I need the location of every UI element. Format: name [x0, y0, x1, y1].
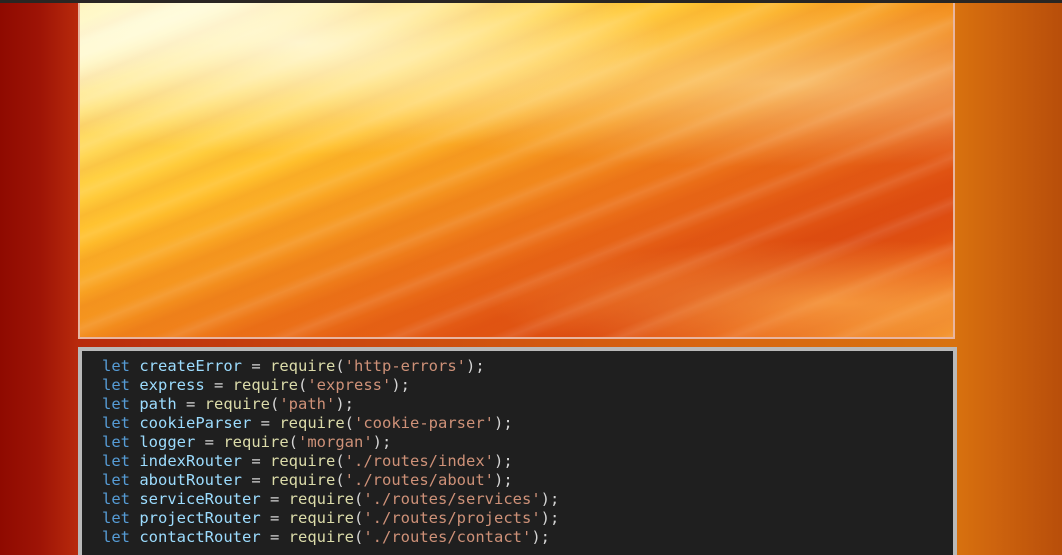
- code-string: './routes/contact': [363, 528, 532, 546]
- code-identifier: aboutRouter: [139, 471, 242, 489]
- code-terminator: );: [493, 452, 513, 470]
- code-terminator: );: [335, 395, 355, 413]
- code-identifier: serviceRouter: [139, 490, 261, 508]
- code-operator: =: [204, 376, 233, 394]
- code-operator: =: [176, 395, 205, 413]
- code-keyword: let: [102, 509, 130, 527]
- code-identifier: createError: [139, 357, 242, 375]
- code-snippet-panel: let createError = require('http-errors')…: [78, 347, 957, 555]
- code-function: require: [288, 528, 354, 546]
- code-paren: (: [288, 433, 299, 451]
- code-operator: =: [242, 452, 270, 470]
- code-line: let cookieParser = require('cookie-parse…: [102, 414, 559, 433]
- code-string: './routes/index': [344, 452, 494, 470]
- code-terminator: );: [372, 433, 392, 451]
- code-keyword: let: [102, 414, 130, 432]
- code-function: require: [232, 376, 298, 394]
- code-paren: (: [344, 414, 354, 432]
- code-function: require: [204, 395, 270, 413]
- code-line: let serviceRouter = require('./routes/se…: [102, 490, 559, 509]
- code-operator: =: [242, 357, 270, 375]
- code-operator: =: [251, 414, 280, 432]
- code-keyword: let: [102, 471, 130, 489]
- code-string: 'morgan': [298, 433, 373, 451]
- code-operator: =: [242, 471, 270, 489]
- code-identifier: projectRouter: [139, 509, 261, 527]
- code-string: 'http-errors': [344, 357, 466, 375]
- code-function: require: [223, 433, 289, 451]
- code-identifier: path: [139, 395, 177, 413]
- code-terminator: );: [391, 376, 411, 394]
- code-line: let projectRouter = require('./routes/pr…: [102, 509, 559, 528]
- code-function: require: [288, 490, 354, 508]
- code-keyword: let: [102, 395, 130, 413]
- code-line: let contactRouter = require('./routes/co…: [102, 528, 559, 547]
- code-line: let createError = require('http-errors')…: [102, 357, 559, 376]
- code-line: let express = require('express');: [102, 376, 559, 395]
- code-keyword: let: [102, 490, 130, 508]
- code-paren: (: [335, 357, 345, 375]
- code-operator: =: [260, 509, 289, 527]
- code-operator: =: [195, 433, 224, 451]
- code-keyword: let: [102, 528, 130, 546]
- page-root: { "colors": { "keyword": "#569cd6", "ide…: [0, 0, 1062, 555]
- code-string: './routes/services': [363, 490, 541, 508]
- code-identifier: contactRouter: [139, 528, 261, 546]
- code-function: require: [270, 471, 336, 489]
- code-identifier: indexRouter: [139, 452, 242, 470]
- code-terminator: );: [540, 509, 560, 527]
- code-identifier: express: [139, 376, 205, 394]
- code-paren: (: [354, 490, 364, 508]
- code-identifier: cookieParser: [139, 414, 252, 432]
- hero-light-glow: [80, 3, 953, 337]
- code-terminator: );: [493, 414, 513, 432]
- code-block: let createError = require('http-errors')…: [102, 357, 559, 547]
- code-string: 'path': [279, 395, 336, 413]
- code-string: './routes/about': [344, 471, 494, 489]
- code-line: let aboutRouter = require('./routes/abou…: [102, 471, 559, 490]
- code-paren: (: [335, 471, 345, 489]
- code-function: require: [288, 509, 354, 527]
- code-string: './routes/projects': [363, 509, 541, 527]
- code-paren: (: [354, 509, 364, 527]
- code-terminator: );: [540, 490, 560, 508]
- code-line: let logger = require('morgan');: [102, 433, 559, 452]
- code-keyword: let: [102, 357, 130, 375]
- code-keyword: let: [102, 433, 130, 451]
- code-operator: =: [260, 490, 289, 508]
- code-terminator: );: [493, 471, 513, 489]
- code-function: require: [279, 414, 345, 432]
- code-terminator: );: [531, 528, 550, 546]
- code-paren: (: [335, 452, 345, 470]
- code-function: require: [270, 452, 336, 470]
- code-line: let path = require('path');: [102, 395, 559, 414]
- code-terminator: );: [466, 357, 485, 375]
- code-line: let indexRouter = require('./routes/inde…: [102, 452, 559, 471]
- code-string: 'cookie-parser': [354, 414, 494, 432]
- code-identifier: logger: [139, 433, 196, 451]
- code-paren: (: [354, 528, 364, 546]
- code-paren: (: [270, 395, 280, 413]
- code-function: require: [270, 357, 336, 375]
- code-string: 'express': [307, 376, 392, 394]
- code-paren: (: [298, 376, 308, 394]
- code-operator: =: [260, 528, 289, 546]
- hero-banner-image: [78, 3, 955, 339]
- code-keyword: let: [102, 452, 130, 470]
- code-keyword: let: [102, 376, 130, 394]
